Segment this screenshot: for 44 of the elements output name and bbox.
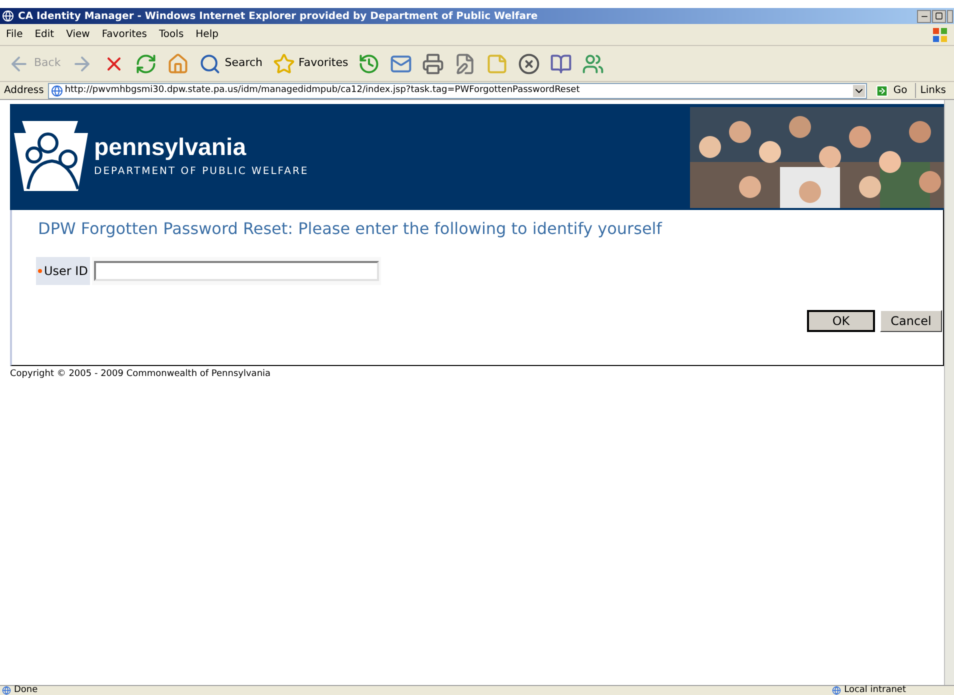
star-icon	[272, 52, 295, 74]
menu-item[interactable]: Help	[190, 27, 224, 42]
refresh-icon	[134, 52, 157, 74]
status-text: Done	[14, 686, 38, 695]
copyright-text: Copyright © 2005 - 2009 Commonwealth of Pennsylvania	[10, 368, 272, 381]
user-id-field[interactable]	[94, 261, 379, 281]
search-button[interactable]: Search	[194, 48, 267, 78]
browser-icon	[2, 10, 14, 22]
search-icon	[198, 52, 221, 74]
menu-item[interactable]: Tools	[153, 27, 190, 42]
state-name: pennsylvania	[94, 136, 248, 160]
book-icon	[550, 52, 572, 74]
block-icon	[518, 52, 540, 74]
address-label: Address	[4, 84, 44, 98]
zone-text: Local intranet	[844, 686, 906, 695]
menu-item[interactable]: Edit	[28, 27, 60, 42]
dropdown-icon	[853, 84, 866, 96]
windows-logo-icon	[932, 26, 948, 42]
note-icon	[486, 52, 508, 74]
page-icon	[2, 686, 11, 695]
mail-icon	[390, 52, 412, 74]
cancel-button[interactable]: Cancel	[880, 310, 942, 332]
menu-item[interactable]: View	[60, 27, 96, 42]
history-icon	[358, 52, 380, 74]
restore-icon	[935, 12, 943, 20]
department-name: DEPARTMENT OF PUBLIC WELFARE	[94, 164, 309, 178]
address-field[interactable]: http://pwvmhbgsmi30.dpw.state.pa.us/idm/managedidmpub/ca12/index.jsp?task.tag=PWForgottenPasswordReset	[48, 82, 868, 98]
minimize-button[interactable]	[917, 10, 931, 22]
favorites-button[interactable]: Favorites	[268, 48, 352, 78]
menu-item[interactable]: Favorites	[96, 27, 154, 42]
page-icon	[50, 84, 63, 96]
form-title: DPW Forgotten Password Reset: Please enter the following to identify yourself	[38, 218, 664, 240]
links-button[interactable]: Links	[915, 83, 950, 98]
ok-button[interactable]: OK	[807, 310, 875, 332]
menu-item[interactable]: File	[0, 27, 29, 42]
field-label: User ID	[36, 257, 90, 285]
home-icon	[166, 52, 189, 74]
printer-icon	[422, 52, 444, 74]
window-title: CA Identity Manager - Windows Internet Explorer provided by Department of Public Welfare	[18, 10, 538, 24]
edit-icon	[454, 52, 476, 74]
go-button[interactable]: Go	[871, 83, 912, 98]
intranet-icon	[832, 686, 842, 695]
people-icon	[582, 52, 604, 74]
restore-button[interactable]	[932, 10, 946, 22]
